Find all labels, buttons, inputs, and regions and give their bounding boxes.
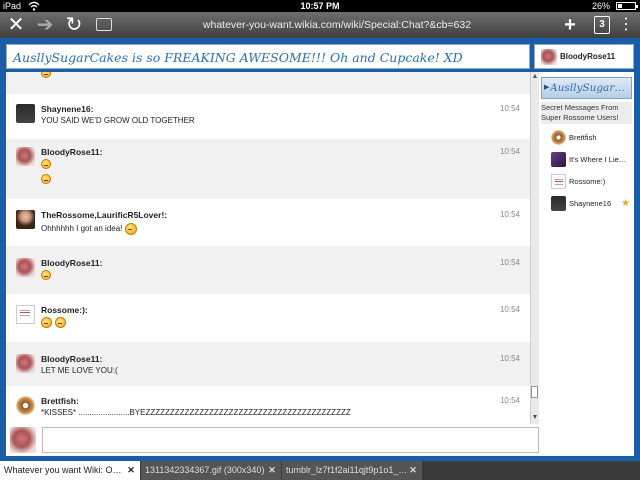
battery-icon <box>616 2 638 10</box>
room-label: AusllySugarCak... <box>550 82 630 94</box>
room-subtitle: Secret Messages From Super Rossome Users… <box>541 102 632 124</box>
message-time: 10:54 <box>499 104 520 113</box>
avatar <box>16 147 35 166</box>
message-time: 10:54 <box>499 147 520 156</box>
close-tab-icon[interactable]: ✕ <box>408 461 418 480</box>
avatar <box>551 196 566 211</box>
message-author: TheRossome,LaurificR5Lover!: <box>41 210 168 220</box>
chat-title: AusllySugarCakes is so FREAKING AWESOME!… <box>13 50 463 65</box>
user-name: It's Where I Lie,... <box>569 155 627 164</box>
tab-strip: Whatever you want Wiki: Omg!... ✕ 1311342… <box>0 461 640 480</box>
user-list-item[interactable]: Brettfish <box>551 130 633 148</box>
avatar <box>551 130 566 145</box>
message-row: BloodyRose11: 10:54 <box>6 246 530 294</box>
message-author: BloodyRose11: <box>41 147 103 157</box>
tab-gif[interactable]: 1311342334367.gif (300x340) ✕ <box>141 461 281 480</box>
message-time: 10:54 <box>499 210 520 219</box>
tab-title: 1311342334367.gif (300x340) <box>145 465 265 475</box>
sad-smiley-icon <box>41 159 51 169</box>
reload-icon[interactable]: ↻ <box>62 12 86 38</box>
avatar <box>10 427 36 453</box>
message-text: LET ME LOVE YOU:( <box>41 366 118 375</box>
avatar <box>16 396 35 415</box>
laughing-smiley-icon <box>55 317 66 328</box>
close-tab-icon[interactable]: ✕ <box>126 461 136 480</box>
add-tab-icon[interactable]: + <box>558 12 582 38</box>
message-author: BloodyRose11: <box>41 258 103 268</box>
message-time: 10:54 <box>499 396 520 405</box>
message-time: 10:54 <box>499 305 520 314</box>
laughing-smiley-icon <box>41 317 52 328</box>
message-row: Rossome:): 10:54 <box>6 294 530 342</box>
message-time: 10:54 <box>499 354 520 363</box>
message-author: Rossome:): <box>41 305 88 315</box>
status-bar: iPad 10:57 PM 26% <box>0 0 640 12</box>
url-bar[interactable]: whatever-you-want.wikia.com/wiki/Special… <box>132 16 542 34</box>
star-icon: ★ <box>621 198 630 209</box>
message-row: Brettfish: 10:54 *KISSES* ..............… <box>6 386 530 424</box>
message-row: BloodyRose11: 10:54 <box>6 139 530 199</box>
scrollbar-thumb[interactable] <box>531 386 538 398</box>
avatar <box>551 174 566 189</box>
scroll-up-icon[interactable]: ▲ <box>531 72 539 81</box>
battery-percent: 26% <box>591 1 610 11</box>
user-list-panel <box>539 72 634 424</box>
tab-tumblr[interactable]: tumblr_lz7f1f2ai11qjt9p1o1_50... ✕ <box>282 461 422 480</box>
avatar <box>551 152 566 167</box>
message-input[interactable] <box>42 427 539 453</box>
expand-arrow-icon: ▶ <box>544 84 550 91</box>
user-list-item[interactable]: Rossome:) <box>551 174 633 192</box>
message-row: TheRossome,LaurificR5Lover!: 10:54 Ohhhh… <box>6 199 530 246</box>
sad-smiley-icon <box>41 174 51 184</box>
close-tab-icon[interactable]: ✕ <box>267 461 277 480</box>
menu-dots-icon[interactable]: ⋮ <box>614 12 638 38</box>
tab-count-button[interactable]: 3 <box>594 16 610 34</box>
current-user-name: BloodyRose11 <box>560 52 616 61</box>
user-name: Shaynene16 <box>569 199 612 208</box>
room-button[interactable]: ▶ AusllySugarCak... <box>541 77 632 99</box>
message-author: Brettfish: <box>41 396 79 406</box>
laughing-smiley-icon <box>124 223 137 235</box>
scrollbar[interactable] <box>530 72 539 424</box>
browser-toolbar: ✕ ➔ ↻ whatever-you-want.wikia.com/wiki/S… <box>0 12 640 38</box>
chat-header: AusllySugarCakes is so FREAKING AWESOME!… <box>6 44 530 69</box>
tab-title: Whatever you want Wiki: Omg!... <box>4 465 126 475</box>
message-text: YOU SAID WE'D GROW OLD TOGETHER <box>41 116 195 125</box>
user-name: Brettfish <box>569 133 597 142</box>
user-name: Rossome:) <box>569 177 606 186</box>
smiley-icon <box>41 72 51 78</box>
avatar <box>16 210 35 229</box>
message-text: Ohhhhhh I got an idea! <box>41 223 137 235</box>
avatar <box>16 258 35 277</box>
close-icon[interactable]: ✕ <box>4 12 28 38</box>
user-list-item[interactable]: It's Where I Lie,... <box>551 152 633 170</box>
message-text: *KISSES* .......................BYEZZZZZ… <box>41 408 351 417</box>
message-time: 10:54 <box>499 258 520 267</box>
message-author: Shaynene16: <box>41 104 94 114</box>
scroll-down-icon[interactable]: ▼ <box>531 413 539 422</box>
forward-arrow-icon[interactable]: ➔ <box>33 12 57 38</box>
avatar <box>16 104 35 123</box>
tab-title: tumblr_lz7f1f2ai11qjt9p1o1_50... <box>286 465 408 475</box>
avatar <box>16 305 35 324</box>
message-row <box>6 72 530 94</box>
user-list-item[interactable]: Shaynene16 ★ <box>551 196 633 214</box>
message-row: Shaynene16: 10:54 YOU SAID WE'D GROW OLD… <box>6 94 530 139</box>
clock: 10:57 PM <box>300 1 340 11</box>
avatar <box>541 49 557 65</box>
message-list[interactable]: Shaynene16: 10:54 YOU SAID WE'D GROW OLD… <box>6 72 530 424</box>
sad-smiley-icon <box>41 270 51 280</box>
message-author: BloodyRose11: <box>41 354 103 364</box>
tab-whatever-you-want[interactable]: Whatever you want Wiki: Omg!... ✕ <box>0 461 140 480</box>
message-row: BloodyRose11: 10:54 LET ME LOVE YOU:( <box>6 342 530 386</box>
reader-icon[interactable] <box>96 18 112 31</box>
current-user-header[interactable]: BloodyRose11 <box>534 44 634 69</box>
avatar <box>16 354 35 373</box>
